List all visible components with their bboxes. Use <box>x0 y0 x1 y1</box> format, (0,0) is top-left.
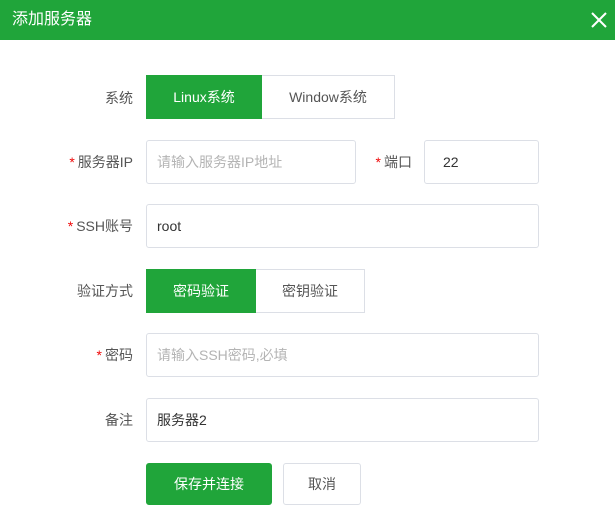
required-mark: * <box>96 347 102 363</box>
system-option-windows[interactable]: Window系统 <box>262 75 395 119</box>
auth-option-password[interactable]: 密码验证 <box>146 269 256 313</box>
close-icon <box>591 12 607 28</box>
required-mark: * <box>69 154 75 170</box>
system-label: 系统 <box>105 90 133 106</box>
ssh-account-label: * SSH账号 <box>67 218 133 234</box>
remark-label: 备注 <box>105 412 133 428</box>
remark-input[interactable] <box>146 398 539 442</box>
auth-method-selector: 密码验证 密钥验证 <box>146 269 365 313</box>
dialog-title: 添加服务器 <box>12 11 93 28</box>
password-input[interactable] <box>146 333 539 377</box>
auth-option-key[interactable]: 密钥验证 <box>256 269 365 313</box>
port-input[interactable] <box>424 140 539 184</box>
cancel-button[interactable]: 取消 <box>283 463 361 505</box>
server-ip-input[interactable] <box>146 140 356 184</box>
password-label: * 密码 <box>96 347 133 363</box>
dialog-titlebar: 添加服务器 <box>0 0 615 40</box>
server-ip-label: * 服务器IP <box>69 154 133 170</box>
required-mark: * <box>375 154 381 170</box>
system-selector: Linux系统 Window系统 <box>146 75 395 119</box>
save-and-connect-button[interactable]: 保存并连接 <box>146 463 272 505</box>
close-button[interactable] <box>583 4 615 36</box>
system-option-linux[interactable]: Linux系统 <box>146 75 262 119</box>
required-mark: * <box>67 218 74 234</box>
port-label: * 端口 <box>375 154 412 170</box>
ssh-account-input[interactable] <box>146 204 539 248</box>
auth-method-label: 验证方式 <box>77 283 133 299</box>
